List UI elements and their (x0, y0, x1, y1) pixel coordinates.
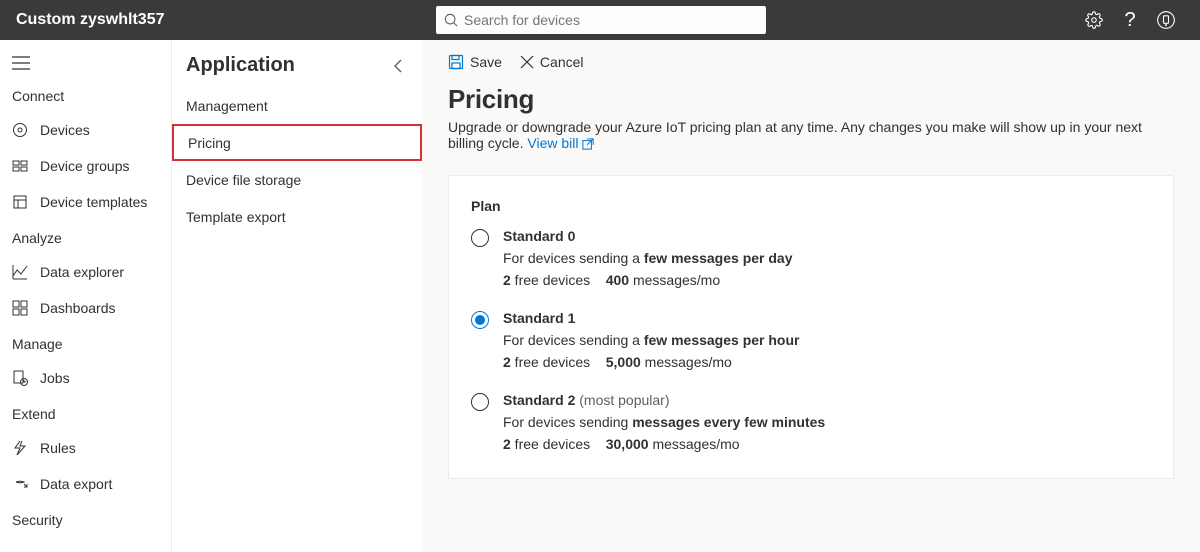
radio-button[interactable] (471, 311, 489, 329)
plan-card-title: Plan (471, 198, 1151, 214)
plan-description: For devices sending a few messages per h… (503, 332, 799, 348)
app-title: Custom zyswhlt357 (16, 11, 436, 29)
primary-sidebar: Connect Devices Device groups Device templa… (0, 40, 172, 552)
plan-option-0[interactable]: Standard 0 For devices sending a few mess… (471, 228, 1151, 288)
plan-card: Plan Standard 0 For devices sending a few… (448, 175, 1174, 479)
gear-icon (1085, 11, 1103, 29)
page-title: Pricing (448, 84, 1174, 115)
help-icon: ? (1124, 9, 1135, 32)
dashboard-icon (12, 300, 28, 316)
external-link-icon (582, 138, 594, 150)
feedback-icon (1156, 10, 1176, 30)
jobs-icon (12, 370, 28, 386)
radio-button[interactable] (471, 393, 489, 411)
sidebar-item-label: Rules (40, 440, 76, 456)
hamburger-button[interactable] (0, 52, 171, 78)
data-explorer-icon (12, 264, 28, 280)
search-box[interactable] (436, 6, 766, 34)
sidebar-section-analyze: Analyze (0, 220, 171, 254)
main-content: Save Cancel Pricing Upgrade or downgrade… (422, 40, 1200, 552)
plan-name: Standard 2 (most popular) (503, 392, 825, 408)
plan-quota: 2 free devices 5,000 messages/mo (503, 354, 799, 370)
sidebar-item-label: Dashboards (40, 300, 116, 316)
close-icon (520, 55, 534, 69)
device-groups-icon (12, 158, 28, 174)
save-label: Save (470, 54, 502, 70)
search-icon (444, 13, 458, 27)
page-subtitle: Upgrade or downgrade your Azure IoT pric… (448, 119, 1174, 151)
hamburger-icon (12, 56, 30, 70)
sidebar-item-label: Data explorer (40, 264, 124, 280)
sidebar-item-data-export[interactable]: Data export (0, 466, 171, 502)
cancel-button[interactable]: Cancel (520, 54, 584, 70)
sidebar-item-label: Device groups (40, 158, 130, 174)
sidebar-item-dashboards[interactable]: Dashboards (0, 290, 171, 326)
sidebar-section-connect: Connect (0, 78, 171, 112)
save-button[interactable]: Save (448, 54, 502, 70)
data-export-icon (12, 476, 28, 492)
sidebar-item-label: Devices (40, 122, 90, 138)
subnav-item-device-file-storage[interactable]: Device file storage (172, 161, 422, 198)
top-bar: Custom zyswhlt357 ? (0, 0, 1200, 40)
radio-button[interactable] (471, 229, 489, 247)
sidebar-item-data-explorer[interactable]: Data explorer (0, 254, 171, 290)
chevron-left-icon (392, 59, 404, 73)
sidebar-section-extend: Extend (0, 396, 171, 430)
secondary-sidebar-title: Application (186, 54, 295, 77)
plan-quota: 2 free devices 400 messages/mo (503, 272, 793, 288)
devices-icon (12, 122, 28, 138)
view-bill-link[interactable]: View bill (527, 135, 594, 151)
sidebar-item-label: Device templates (40, 194, 147, 210)
plan-quota: 2 free devices 30,000 messages/mo (503, 436, 825, 452)
settings-button[interactable] (1076, 0, 1112, 40)
toolbar: Save Cancel (422, 40, 1200, 84)
sidebar-item-jobs[interactable]: Jobs (0, 360, 171, 396)
feedback-button[interactable] (1148, 0, 1184, 40)
plan-description: For devices sending a few messages per d… (503, 250, 793, 266)
sidebar-section-manage: Manage (0, 326, 171, 360)
cancel-label: Cancel (540, 54, 584, 70)
save-icon (448, 54, 464, 70)
sidebar-item-devices[interactable]: Devices (0, 112, 171, 148)
subnav-item-pricing[interactable]: Pricing (172, 124, 422, 161)
rules-icon (12, 440, 28, 456)
plan-name: Standard 0 (503, 228, 793, 244)
subnav-item-template-export[interactable]: Template export (172, 198, 422, 235)
collapse-button[interactable] (392, 59, 404, 73)
help-button[interactable]: ? (1112, 0, 1148, 40)
device-templates-icon (12, 194, 28, 210)
plan-name: Standard 1 (503, 310, 799, 326)
subnav-item-management[interactable]: Management (172, 87, 422, 124)
secondary-sidebar: Application ManagementPricingDevice file… (172, 40, 422, 552)
search-input[interactable] (464, 12, 758, 28)
sidebar-item-device-groups[interactable]: Device groups (0, 148, 171, 184)
sidebar-item-rules[interactable]: Rules (0, 430, 171, 466)
plan-option-1[interactable]: Standard 1 For devices sending a few mess… (471, 310, 1151, 370)
sidebar-item-label: Jobs (40, 370, 70, 386)
sidebar-section-security: Security (0, 502, 171, 536)
plan-option-2[interactable]: Standard 2 (most popular) For devices sen… (471, 392, 1151, 452)
sidebar-item-device-templates[interactable]: Device templates (0, 184, 171, 220)
plan-description: For devices sending messages every few m… (503, 414, 825, 430)
sidebar-item-label: Data export (40, 476, 112, 492)
